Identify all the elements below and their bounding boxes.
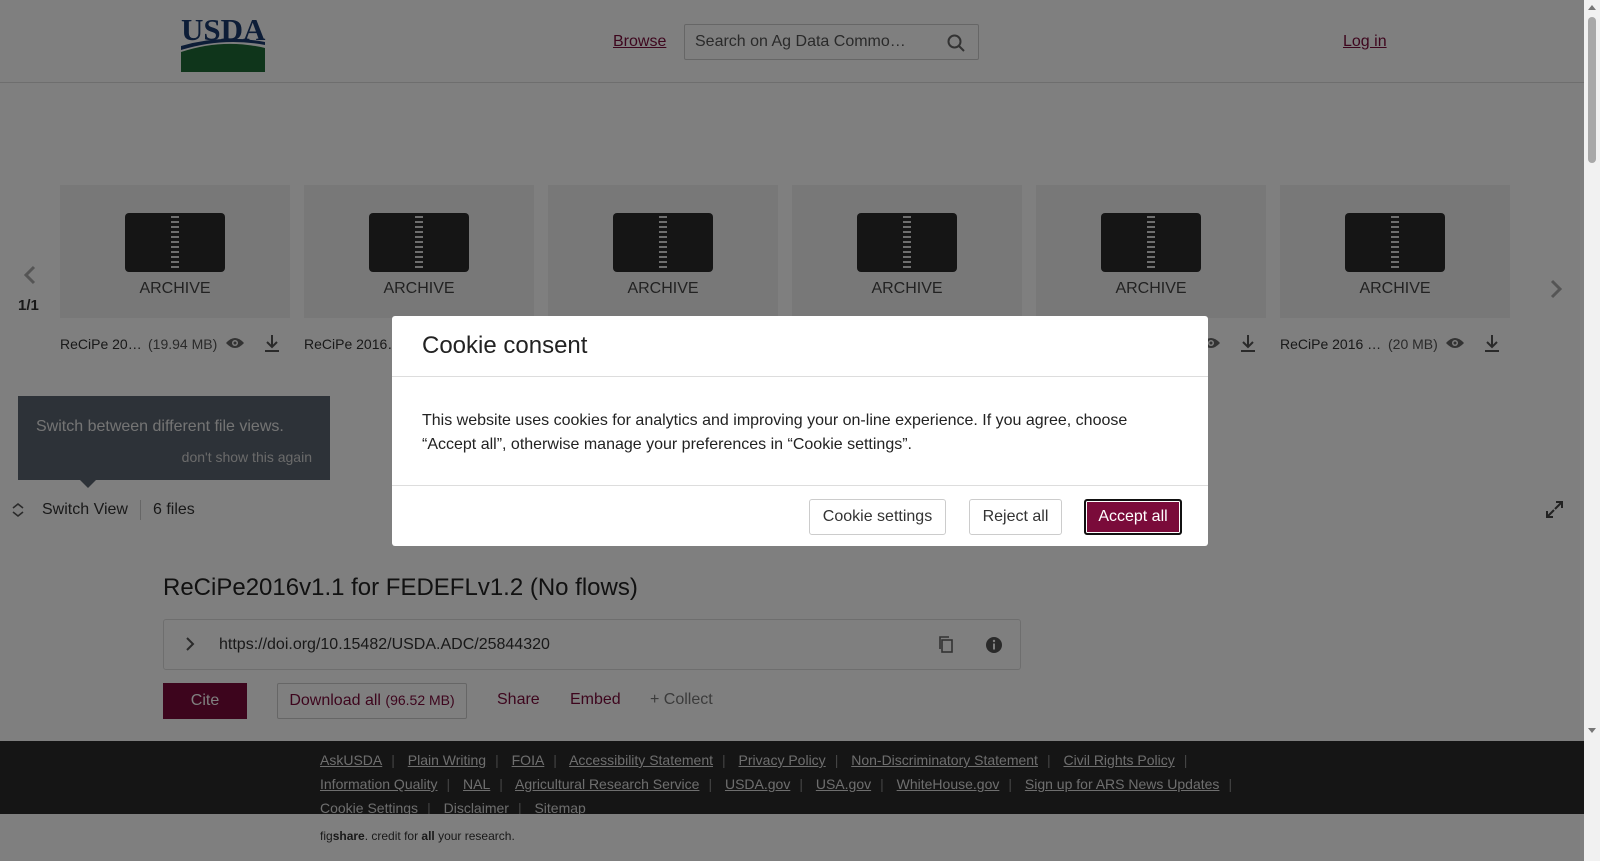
- accept-all-button[interactable]: Accept all: [1084, 499, 1182, 535]
- cookie-consent-dialog: Cookie consent This website uses cookies…: [392, 316, 1208, 546]
- dialog-header: Cookie consent: [392, 316, 1208, 377]
- scroll-up-arrow[interactable]: [1588, 5, 1596, 10]
- page: USDA Browse Log in 1/1 ARCHIVE: [0, 0, 1584, 861]
- scroll-down-arrow[interactable]: [1588, 728, 1596, 733]
- page-scrollbar[interactable]: [1584, 0, 1600, 861]
- scrollbar-thumb[interactable]: [1588, 17, 1596, 163]
- cookie-settings-button[interactable]: Cookie settings: [809, 499, 946, 535]
- reject-all-button[interactable]: Reject all: [969, 499, 1062, 535]
- dialog-title: Cookie consent: [422, 332, 588, 359]
- dialog-footer: Cookie settings Reject all Accept all: [392, 485, 1208, 546]
- dialog-body: This website uses cookies for analytics …: [422, 412, 1128, 453]
